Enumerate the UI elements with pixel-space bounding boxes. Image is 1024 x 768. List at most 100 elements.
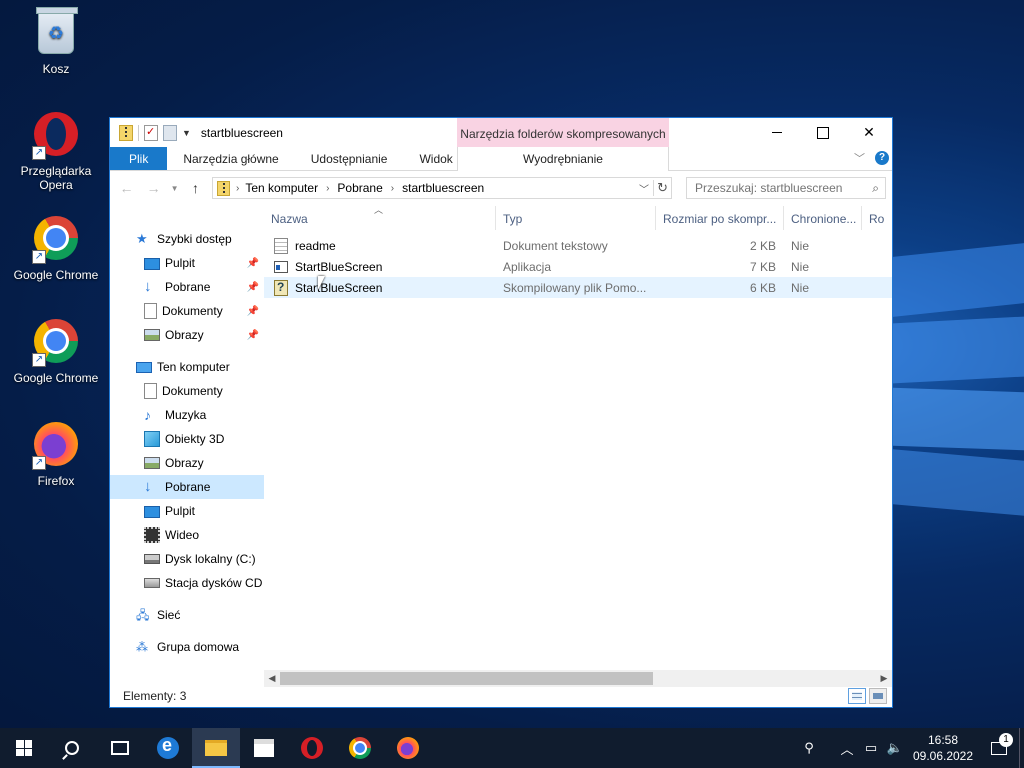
nav-this-pc[interactable]: Ten komputer — [110, 355, 264, 379]
desktop-icon — [144, 258, 160, 270]
show-desktop-button[interactable] — [1019, 728, 1024, 768]
recent-locations-dropdown-icon[interactable]: ▼ — [170, 184, 179, 193]
title-bar[interactable]: ▼ startbluescreen Narzędzia folderów sko… — [110, 118, 892, 147]
tab-share[interactable]: Udostępnianie — [295, 147, 404, 170]
download-icon: ↓ — [144, 278, 152, 295]
taskbar-store[interactable] — [240, 728, 288, 768]
nav-pc-videos[interactable]: Wideo — [110, 523, 264, 547]
nav-quick-downloads[interactable]: ↓ Pobrane 📌 — [110, 275, 264, 299]
file-name: StartBlueScreen — [295, 259, 383, 274]
back-button[interactable]: ← — [116, 180, 137, 196]
task-view-button[interactable] — [96, 728, 144, 768]
forward-button[interactable]: → — [143, 180, 164, 196]
desktop-icon-firefox[interactable]: ↗ Firefox — [6, 420, 106, 488]
new-folder-icon[interactable] — [163, 124, 177, 141]
nav-pc-documents[interactable]: Dokumenty — [110, 379, 264, 403]
scroll-right-icon[interactable]: ▶ — [876, 673, 892, 684]
column-headers: Nazwa ︿ Typ Rozmiar po skompr... Chronio… — [264, 205, 892, 230]
minimize-button[interactable] — [754, 118, 800, 147]
breadcrumb-separator-icon[interactable]: › — [391, 183, 394, 194]
breadcrumb-separator-icon[interactable]: › — [236, 183, 239, 194]
breadcrumb-separator-icon[interactable]: › — [326, 183, 329, 194]
nav-quick-desktop[interactable]: Pulpit 📌 — [110, 251, 264, 275]
nav-pc-pictures[interactable]: Obrazy — [110, 451, 264, 475]
breadcrumb-current-folder[interactable]: startbluescreen — [402, 181, 484, 195]
tab-extract[interactable]: Wyodrębnianie — [457, 147, 669, 171]
refresh-icon[interactable]: ↻ — [653, 180, 671, 196]
breadcrumb-downloads[interactable]: Pobrane — [337, 181, 382, 195]
nav-pc-cd-drive[interactable]: Stacja dysków CD (I — [110, 571, 264, 595]
close-button[interactable]: ✕ — [846, 118, 892, 147]
local-disk-icon — [144, 554, 160, 564]
desktop-icon-opera[interactable]: ↗ Przeglądarka Opera — [6, 110, 106, 192]
address-bar[interactable]: › Ten komputer › Pobrane › startbluescre… — [212, 177, 673, 199]
pin-icon: 📌 — [246, 281, 259, 293]
explorer-window: ▼ startbluescreen Narzędzia folderów sko… — [109, 117, 893, 708]
file-row[interactable]: readme Dokument tekstowy 2 KB Nie — [264, 235, 892, 256]
recycle-bin-icon — [32, 7, 80, 58]
nav-pc-local-disk[interactable]: Dysk lokalny (C:) — [110, 547, 264, 571]
customize-toolbar-dropdown-icon[interactable]: ▼ — [182, 128, 191, 138]
taskbar-chrome[interactable] — [336, 728, 384, 768]
nav-pc-downloads[interactable]: ↓ Pobrane — [110, 475, 264, 499]
taskbar-opera[interactable] — [288, 728, 336, 768]
start-button[interactable] — [0, 728, 48, 768]
breadcrumb-this-pc[interactable]: Ten komputer — [245, 181, 318, 195]
maximize-button[interactable] — [800, 118, 846, 147]
shortcut-arrow-icon: ↗ — [32, 456, 46, 470]
mouse-cursor-icon — [318, 276, 325, 290]
up-button[interactable]: ↑ — [185, 180, 206, 196]
tab-home[interactable]: Narzędzia główne — [167, 147, 294, 170]
nav-pc-3d-objects[interactable]: Obiekty 3D — [110, 427, 264, 451]
column-header-type[interactable]: Typ — [496, 206, 656, 230]
file-row[interactable]: StartBlueScreen Aplikacja 7 KB Nie — [264, 256, 892, 277]
taskbar-edge[interactable] — [144, 728, 192, 768]
navigation-pane[interactable]: ★ Szybki dostęp Pulpit 📌 ↓ Pobrane 📌 Dok… — [110, 206, 264, 687]
show-hidden-icons-icon[interactable]: ︿ — [835, 728, 859, 768]
properties-icon[interactable] — [144, 124, 158, 141]
nav-quick-documents[interactable]: Dokumenty 📌 — [110, 299, 264, 323]
clock[interactable]: 16:58 09.06.2022 — [907, 732, 979, 764]
file-list-pane[interactable]: Nazwa ︿ Typ Rozmiar po skompr... Chronio… — [264, 205, 892, 687]
search-input[interactable] — [695, 181, 866, 195]
nav-network[interactable]: 🖧 Sieć — [110, 603, 264, 627]
text-file-icon — [274, 237, 288, 254]
column-header-ratio[interactable]: Ro — [862, 206, 892, 230]
people-icon[interactable]: ⚲ — [797, 728, 821, 768]
3d-objects-icon — [144, 431, 160, 447]
nav-quick-access[interactable]: ★ Szybki dostęp — [110, 227, 264, 251]
search-icon[interactable]: ⌕ — [872, 181, 879, 196]
scroll-thumb[interactable] — [280, 672, 653, 685]
pin-icon: 📌 — [246, 329, 259, 341]
file-row[interactable]: StartBlueScreen Skompilowany plik Pomo..… — [264, 277, 892, 298]
column-header-protected[interactable]: Chronione... — [784, 206, 862, 230]
desktop-icon-chrome[interactable]: ↗ Google Chrome — [6, 214, 106, 282]
task-view-icon — [111, 741, 129, 755]
chrome-icon: ↗ — [32, 216, 80, 264]
details-view-icon[interactable] — [848, 688, 866, 704]
taskbar-file-explorer[interactable] — [192, 728, 240, 768]
file-type: Dokument tekstowy — [503, 238, 608, 253]
taskbar-search-button[interactable] — [48, 728, 96, 768]
file-protected: Nie — [791, 259, 810, 274]
help-icon[interactable]: ? — [875, 151, 889, 165]
search-box[interactable]: ⌕ — [686, 177, 887, 199]
clock-date: 09.06.2022 — [912, 749, 974, 763]
desktop-icon-chrome-2[interactable]: ↗ Google Chrome — [6, 317, 106, 385]
large-icons-view-icon[interactable] — [869, 688, 887, 704]
address-dropdown-icon[interactable]: ﹀ — [635, 181, 653, 196]
action-center-button[interactable]: 1 — [979, 732, 1019, 755]
nav-pc-music[interactable]: ♪ Muzyka — [110, 403, 264, 427]
desktop-icon-recycle-bin[interactable]: Kosz — [6, 7, 106, 76]
expand-ribbon-icon[interactable]: ﹀ — [854, 150, 865, 166]
nav-homegroup[interactable]: ⁂ Grupa domowa — [110, 635, 264, 659]
scroll-left-icon[interactable]: ◀ — [264, 673, 280, 684]
network-icon[interactable]: ▭ — [859, 728, 883, 768]
tab-file[interactable]: Plik — [110, 147, 168, 170]
desktop-icon-label: Google Chrome — [13, 371, 99, 385]
volume-muted-icon[interactable]: 🔈 — [883, 728, 907, 768]
nav-quick-pictures[interactable]: Obrazy 📌 — [110, 323, 264, 347]
column-header-compressed-size[interactable]: Rozmiar po skompr... — [656, 206, 784, 230]
nav-pc-desktop[interactable]: Pulpit — [110, 499, 264, 523]
taskbar-firefox[interactable] — [384, 728, 432, 768]
